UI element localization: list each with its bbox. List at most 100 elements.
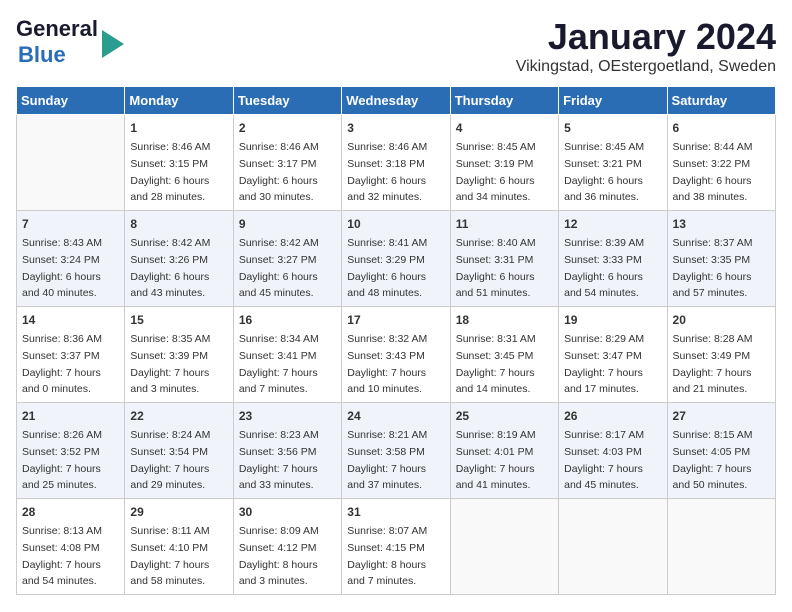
calendar-cell: 9 Sunrise: 8:42 AM Sunset: 3:27 PM Dayli…: [233, 211, 341, 307]
calendar-table: SundayMondayTuesdayWednesdayThursdayFrid…: [16, 86, 776, 595]
day-number: 18: [456, 311, 553, 329]
cell-content: Sunrise: 8:11 AM Sunset: 4:10 PM Dayligh…: [130, 525, 209, 587]
calendar-cell: 16 Sunrise: 8:34 AM Sunset: 3:41 PM Dayl…: [233, 307, 341, 403]
day-number: 20: [673, 311, 770, 329]
calendar-cell: 20 Sunrise: 8:28 AM Sunset: 3:49 PM Dayl…: [667, 307, 775, 403]
calendar-cell: 15 Sunrise: 8:35 AM Sunset: 3:39 PM Dayl…: [125, 307, 233, 403]
cell-content: Sunrise: 8:42 AM Sunset: 3:26 PM Dayligh…: [130, 237, 210, 299]
calendar-cell: 2 Sunrise: 8:46 AM Sunset: 3:17 PM Dayli…: [233, 115, 341, 211]
day-number: 7: [22, 215, 119, 233]
calendar-cell: 24 Sunrise: 8:21 AM Sunset: 3:58 PM Dayl…: [342, 403, 450, 499]
cell-content: Sunrise: 8:46 AM Sunset: 3:18 PM Dayligh…: [347, 141, 427, 203]
day-number: 30: [239, 503, 336, 521]
cell-content: Sunrise: 8:28 AM Sunset: 3:49 PM Dayligh…: [673, 333, 753, 395]
cell-content: Sunrise: 8:44 AM Sunset: 3:22 PM Dayligh…: [673, 141, 753, 203]
calendar-cell: 13 Sunrise: 8:37 AM Sunset: 3:35 PM Dayl…: [667, 211, 775, 307]
day-number: 22: [130, 407, 227, 425]
calendar-cell: 28 Sunrise: 8:13 AM Sunset: 4:08 PM Dayl…: [17, 499, 125, 595]
day-number: 17: [347, 311, 444, 329]
logo-blue: Blue: [18, 42, 66, 67]
cell-content: Sunrise: 8:23 AM Sunset: 3:56 PM Dayligh…: [239, 429, 319, 491]
day-number: 14: [22, 311, 119, 329]
week-row-4: 21 Sunrise: 8:26 AM Sunset: 3:52 PM Dayl…: [17, 403, 776, 499]
day-number: 2: [239, 119, 336, 137]
cell-content: Sunrise: 8:17 AM Sunset: 4:03 PM Dayligh…: [564, 429, 644, 491]
cell-content: Sunrise: 8:41 AM Sunset: 3:29 PM Dayligh…: [347, 237, 427, 299]
cell-content: Sunrise: 8:43 AM Sunset: 3:24 PM Dayligh…: [22, 237, 102, 299]
header-cell-saturday: Saturday: [667, 87, 775, 115]
cell-content: Sunrise: 8:34 AM Sunset: 3:41 PM Dayligh…: [239, 333, 319, 395]
calendar-cell: 8 Sunrise: 8:42 AM Sunset: 3:26 PM Dayli…: [125, 211, 233, 307]
day-number: 31: [347, 503, 444, 521]
day-number: 21: [22, 407, 119, 425]
calendar-cell: 30 Sunrise: 8:09 AM Sunset: 4:12 PM Dayl…: [233, 499, 341, 595]
calendar-cell: 3 Sunrise: 8:46 AM Sunset: 3:18 PM Dayli…: [342, 115, 450, 211]
day-number: 6: [673, 119, 770, 137]
header-cell-sunday: Sunday: [17, 87, 125, 115]
day-number: 24: [347, 407, 444, 425]
calendar-cell: [667, 499, 775, 595]
cell-content: Sunrise: 8:07 AM Sunset: 4:15 PM Dayligh…: [347, 525, 427, 587]
calendar-cell: 21 Sunrise: 8:26 AM Sunset: 3:52 PM Dayl…: [17, 403, 125, 499]
calendar-cell: 17 Sunrise: 8:32 AM Sunset: 3:43 PM Dayl…: [342, 307, 450, 403]
week-row-2: 7 Sunrise: 8:43 AM Sunset: 3:24 PM Dayli…: [17, 211, 776, 307]
header-row: SundayMondayTuesdayWednesdayThursdayFrid…: [17, 87, 776, 115]
location-subtitle: Vikingstad, OEstergoetland, Sweden: [516, 58, 776, 76]
day-number: 19: [564, 311, 661, 329]
cell-content: Sunrise: 8:45 AM Sunset: 3:21 PM Dayligh…: [564, 141, 644, 203]
day-number: 9: [239, 215, 336, 233]
day-number: 1: [130, 119, 227, 137]
day-number: 27: [673, 407, 770, 425]
week-row-1: 1 Sunrise: 8:46 AM Sunset: 3:15 PM Dayli…: [17, 115, 776, 211]
calendar-cell: 27 Sunrise: 8:15 AM Sunset: 4:05 PM Dayl…: [667, 403, 775, 499]
title-area: January 2024 Vikingstad, OEstergoetland,…: [516, 16, 776, 76]
cell-content: Sunrise: 8:13 AM Sunset: 4:08 PM Dayligh…: [22, 525, 102, 587]
header-cell-thursday: Thursday: [450, 87, 558, 115]
week-row-3: 14 Sunrise: 8:36 AM Sunset: 3:37 PM Dayl…: [17, 307, 776, 403]
calendar-cell: [17, 115, 125, 211]
calendar-header: SundayMondayTuesdayWednesdayThursdayFrid…: [17, 87, 776, 115]
day-number: 8: [130, 215, 227, 233]
calendar-cell: 22 Sunrise: 8:24 AM Sunset: 3:54 PM Dayl…: [125, 403, 233, 499]
header-cell-monday: Monday: [125, 87, 233, 115]
calendar-cell: 23 Sunrise: 8:23 AM Sunset: 3:56 PM Dayl…: [233, 403, 341, 499]
day-number: 3: [347, 119, 444, 137]
day-number: 13: [673, 215, 770, 233]
logo-general: General: [16, 16, 98, 41]
day-number: 26: [564, 407, 661, 425]
logo-arrow-icon: [102, 30, 124, 58]
cell-content: Sunrise: 8:29 AM Sunset: 3:47 PM Dayligh…: [564, 333, 644, 395]
cell-content: Sunrise: 8:31 AM Sunset: 3:45 PM Dayligh…: [456, 333, 536, 395]
cell-content: Sunrise: 8:39 AM Sunset: 3:33 PM Dayligh…: [564, 237, 644, 299]
header-cell-wednesday: Wednesday: [342, 87, 450, 115]
cell-content: Sunrise: 8:46 AM Sunset: 3:17 PM Dayligh…: [239, 141, 319, 203]
calendar-cell: 19 Sunrise: 8:29 AM Sunset: 3:47 PM Dayl…: [559, 307, 667, 403]
calendar-cell: 11 Sunrise: 8:40 AM Sunset: 3:31 PM Dayl…: [450, 211, 558, 307]
calendar-cell: 26 Sunrise: 8:17 AM Sunset: 4:03 PM Dayl…: [559, 403, 667, 499]
day-number: 16: [239, 311, 336, 329]
calendar-cell: 31 Sunrise: 8:07 AM Sunset: 4:15 PM Dayl…: [342, 499, 450, 595]
calendar-cell: 29 Sunrise: 8:11 AM Sunset: 4:10 PM Dayl…: [125, 499, 233, 595]
day-number: 4: [456, 119, 553, 137]
page-header: General Blue January 2024 Vikingstad, OE…: [16, 16, 776, 76]
cell-content: Sunrise: 8:15 AM Sunset: 4:05 PM Dayligh…: [673, 429, 753, 491]
logo: General Blue: [16, 16, 124, 68]
day-number: 15: [130, 311, 227, 329]
day-number: 25: [456, 407, 553, 425]
cell-content: Sunrise: 8:21 AM Sunset: 3:58 PM Dayligh…: [347, 429, 427, 491]
day-number: 5: [564, 119, 661, 137]
calendar-cell: 4 Sunrise: 8:45 AM Sunset: 3:19 PM Dayli…: [450, 115, 558, 211]
calendar-cell: [559, 499, 667, 595]
cell-content: Sunrise: 8:36 AM Sunset: 3:37 PM Dayligh…: [22, 333, 102, 395]
cell-content: Sunrise: 8:09 AM Sunset: 4:12 PM Dayligh…: [239, 525, 319, 587]
cell-content: Sunrise: 8:35 AM Sunset: 3:39 PM Dayligh…: [130, 333, 210, 395]
day-number: 29: [130, 503, 227, 521]
calendar-cell: 25 Sunrise: 8:19 AM Sunset: 4:01 PM Dayl…: [450, 403, 558, 499]
day-number: 11: [456, 215, 553, 233]
cell-content: Sunrise: 8:32 AM Sunset: 3:43 PM Dayligh…: [347, 333, 427, 395]
header-cell-friday: Friday: [559, 87, 667, 115]
calendar-cell: [450, 499, 558, 595]
calendar-cell: 7 Sunrise: 8:43 AM Sunset: 3:24 PM Dayli…: [17, 211, 125, 307]
calendar-cell: 18 Sunrise: 8:31 AM Sunset: 3:45 PM Dayl…: [450, 307, 558, 403]
calendar-cell: 14 Sunrise: 8:36 AM Sunset: 3:37 PM Dayl…: [17, 307, 125, 403]
